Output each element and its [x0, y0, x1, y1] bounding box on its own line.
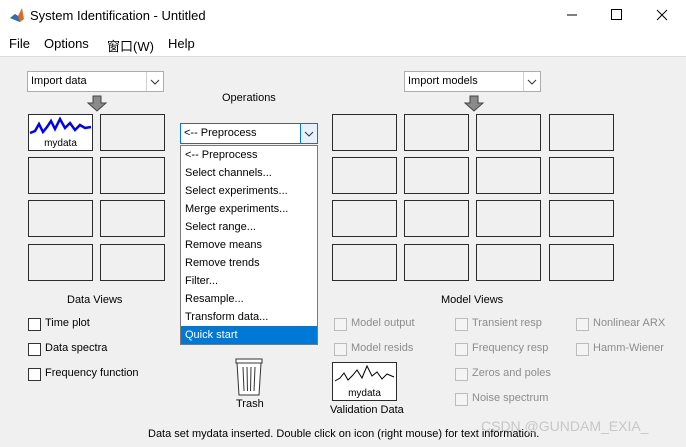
checkbox-box	[334, 343, 347, 356]
model-slot[interactable]	[476, 200, 541, 237]
operations-item[interactable]: Select range...	[181, 218, 317, 236]
operations-item[interactable]: Resample...	[181, 290, 317, 308]
checkbox-box	[28, 368, 41, 381]
chevron-down-icon	[146, 72, 163, 91]
checkbox-label: Time plot	[45, 317, 90, 329]
operations-item[interactable]: Remove means	[181, 236, 317, 254]
signal-waveform-icon	[29, 116, 92, 135]
data-slot[interactable]	[28, 157, 93, 194]
data-slot[interactable]	[28, 200, 93, 237]
checkbox-label: Zeros and poles	[472, 367, 551, 379]
operations-item[interactable]: Merge experiments...	[181, 200, 317, 218]
operations-item[interactable]: Select channels...	[181, 164, 317, 182]
menu-options[interactable]: Options	[44, 36, 89, 51]
model-slot[interactable]	[404, 157, 469, 194]
signal-waveform-icon	[334, 364, 395, 382]
checkbox-box	[455, 368, 468, 381]
model-slot[interactable]	[549, 157, 614, 194]
model-slot[interactable]	[332, 244, 397, 281]
data-slot[interactable]	[100, 114, 165, 151]
model-slot[interactable]	[476, 244, 541, 281]
model-slot[interactable]	[404, 200, 469, 237]
minimize-button[interactable]	[550, 2, 594, 28]
model-slot[interactable]	[404, 114, 469, 151]
trash-label: Trash	[236, 398, 264, 410]
model-slot[interactable]	[476, 114, 541, 151]
validation-data-label: Validation Data	[330, 404, 404, 416]
checkbox-label: Data spectra	[45, 342, 108, 354]
checkbox-box	[455, 318, 468, 331]
model-slot[interactable]	[549, 244, 614, 281]
operations-item[interactable]: Transform data...	[181, 308, 317, 326]
data-slot-mydata[interactable]: mydata	[28, 114, 93, 151]
chevron-down-icon	[523, 72, 540, 91]
trash-icon[interactable]	[232, 354, 266, 398]
data-slot-label: mydata	[44, 138, 77, 149]
watermark-text: CSDN @GUNDAM_EXIA_	[481, 418, 649, 434]
title-bar: System Identification - Untitled	[0, 0, 686, 32]
minimize-icon	[567, 14, 577, 16]
checkbox-box	[334, 318, 347, 331]
checkbox-box	[28, 318, 41, 331]
data-slot[interactable]	[100, 244, 165, 281]
checkbox-label: Model resids	[351, 342, 414, 354]
operations-dropdown[interactable]: <-- Preprocess	[180, 123, 318, 144]
checkbox-label: Transient resp	[472, 317, 542, 329]
window-title: System Identification - Untitled	[30, 8, 206, 23]
operations-item[interactable]: Select experiments...	[181, 182, 317, 200]
checkbox-label: Noise spectrum	[472, 392, 549, 404]
model-slot[interactable]	[476, 157, 541, 194]
import-models-dropdown[interactable]: Import models	[404, 71, 541, 92]
data-slot[interactable]	[28, 244, 93, 281]
menu-help[interactable]: Help	[168, 36, 195, 51]
import-data-dropdown[interactable]: Import data	[27, 71, 164, 92]
model-slot[interactable]	[332, 200, 397, 237]
model-slot[interactable]	[332, 114, 397, 151]
checkbox-box	[455, 393, 468, 406]
down-arrow-icon	[86, 95, 108, 112]
checkbox-label: Frequency resp	[472, 342, 549, 354]
matlab-app-icon	[10, 8, 24, 22]
menu-bar: File Options 窗口(W) Help	[0, 32, 686, 57]
operations-item[interactable]: Remove trends	[181, 254, 317, 272]
operations-selected: <-- Preprocess	[184, 127, 257, 139]
validation-data-slot[interactable]: mydata	[332, 362, 397, 401]
checkbox-label: Hamm-Wiener	[593, 342, 664, 354]
model-slot[interactable]	[549, 200, 614, 237]
checkbox-box	[576, 343, 589, 356]
menu-file[interactable]: File	[9, 36, 30, 51]
import-data-label: Import data	[31, 75, 87, 87]
data-slot[interactable]	[100, 200, 165, 237]
checkbox-label: Nonlinear ARX	[593, 317, 666, 329]
close-button[interactable]	[640, 2, 684, 28]
operations-list: <-- Preprocess Select channels... Select…	[180, 145, 318, 345]
close-icon	[656, 9, 668, 21]
chevron-down-icon	[300, 124, 317, 143]
import-models-label: Import models	[408, 75, 478, 87]
menu-window[interactable]: 窗口(W)	[107, 36, 154, 55]
checkbox-box	[28, 343, 41, 356]
operations-item-highlighted[interactable]: Quick start	[181, 326, 317, 344]
operations-title: Operations	[222, 92, 276, 104]
data-slot[interactable]	[100, 157, 165, 194]
model-slot[interactable]	[549, 114, 614, 151]
maximize-icon	[611, 9, 622, 20]
checkbox-box	[576, 318, 589, 331]
checkbox-label: Frequency function	[45, 367, 139, 379]
model-slot[interactable]	[404, 244, 469, 281]
model-slot[interactable]	[332, 157, 397, 194]
down-arrow-icon	[463, 95, 485, 112]
model-views-title: Model Views	[441, 294, 504, 306]
operations-item[interactable]: Filter...	[181, 272, 317, 290]
operations-item[interactable]: <-- Preprocess	[181, 146, 317, 164]
checkbox-box	[455, 343, 468, 356]
checkbox-label: Model output	[351, 317, 415, 329]
maximize-button[interactable]	[594, 2, 638, 28]
data-views-title: Data Views	[67, 294, 123, 306]
validation-slot-label: mydata	[348, 388, 381, 399]
